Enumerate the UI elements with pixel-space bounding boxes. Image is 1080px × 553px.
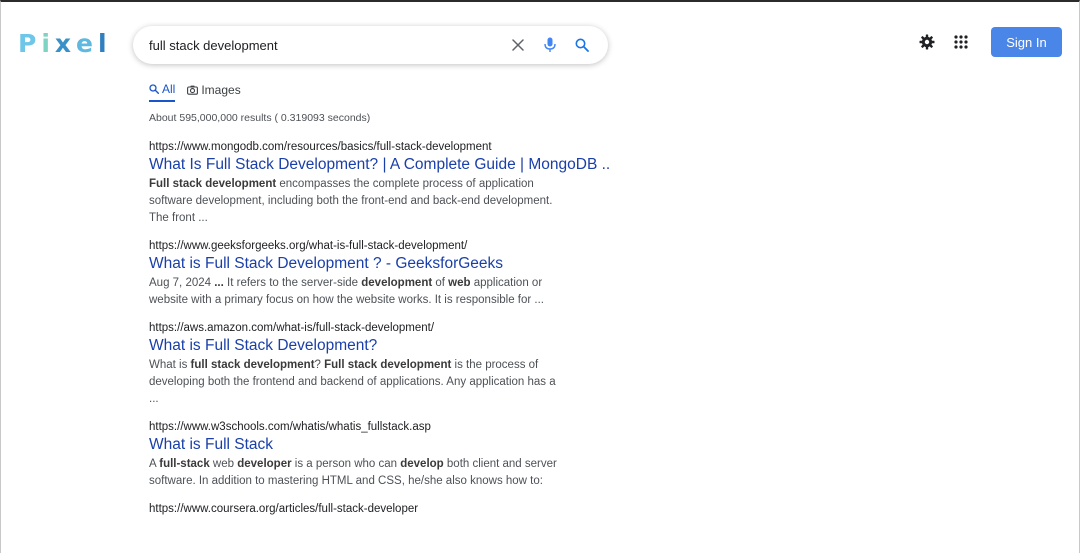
snippet-text: web [209,458,238,470]
snippet-text: Aug 7, 2024 [149,277,215,289]
settings-gear-icon[interactable] [915,30,939,54]
tab-images[interactable]: Images [187,82,241,102]
snippet-highlight: web [448,277,471,289]
search-result: https://www.mongodb.com/resources/basics… [149,140,609,227]
result-url[interactable]: https://aws.amazon.com/what-is/full-stac… [149,321,609,335]
snippet-highlight: developer [237,458,292,470]
snippet-highlight: Full stack development [149,178,277,190]
microphone-icon[interactable] [540,35,560,55]
results-list: https://www.mongodb.com/resources/basics… [149,140,609,528]
tab-all[interactable]: All [149,82,176,102]
result-title-link[interactable]: What is Full Stack Development ? - Geeks… [149,253,609,275]
search-input[interactable] [149,36,509,54]
logo-letter: x [54,29,77,58]
snippet-highlight: Full stack development [324,359,452,371]
result-url[interactable]: https://www.mongodb.com/resources/basics… [149,140,609,154]
result-title-link[interactable]: What Is Full Stack Development? | A Comp… [149,154,609,176]
clear-icon[interactable] [508,35,528,55]
logo-letter: i [41,29,55,58]
result-snippet: What is full stack development? Full sta… [149,357,564,408]
snippet-text: What is [149,359,191,371]
search-tabs: All Images [149,82,241,102]
sign-in-button[interactable]: Sign In [991,27,1062,57]
snippet-highlight: ... [214,277,224,289]
search-box [133,26,608,64]
result-snippet: A full-stack web developer is a person w… [149,456,564,490]
search-result: https://www.w3schools.com/whatis/whatis_… [149,420,609,490]
search-icon[interactable] [572,35,592,55]
result-title-link[interactable]: What is Full Stack Development? [149,335,609,357]
logo-letter: l [98,29,112,58]
search-icon [149,84,159,94]
logo-letter: e [76,29,99,58]
snippet-text: ? [314,359,325,371]
result-snippet: Aug 7, 2024 ... It refers to the server-… [149,275,564,309]
snippet-text: of [432,277,449,289]
header-actions: Sign In [915,27,1062,57]
result-snippet: Full stack development encompasses the c… [149,176,564,227]
snippet-highlight: full-stack [159,458,210,470]
search-result: https://www.coursera.org/articles/full-s… [149,502,609,516]
result-url[interactable]: https://www.geeksforgeeks.org/what-is-fu… [149,239,609,253]
result-url[interactable]: https://www.w3schools.com/whatis/whatis_… [149,420,609,434]
results-stats: About 595,000,000 results ( 0.319093 sec… [149,112,371,124]
pixel-logo[interactable]: Pixel [18,29,112,58]
tab-label: All [162,82,176,96]
search-result: https://www.geeksforgeeks.org/what-is-fu… [149,239,609,309]
snippet-text: It refers to the server-side [223,277,362,289]
snippet-text: is a person who can [291,458,401,470]
snippet-highlight: develop [400,458,444,470]
search-result: https://aws.amazon.com/what-is/full-stac… [149,321,609,408]
tab-label: Images [201,83,241,97]
result-title-link[interactable]: What is Full Stack [149,434,609,456]
snippet-highlight: full stack development [190,359,315,371]
camera-icon [187,85,199,95]
apps-grid-icon[interactable] [949,30,973,54]
logo-letter: P [18,29,42,58]
snippet-highlight: development [361,277,433,289]
snippet-text: A [149,458,160,470]
result-url[interactable]: https://www.coursera.org/articles/full-s… [149,502,609,516]
